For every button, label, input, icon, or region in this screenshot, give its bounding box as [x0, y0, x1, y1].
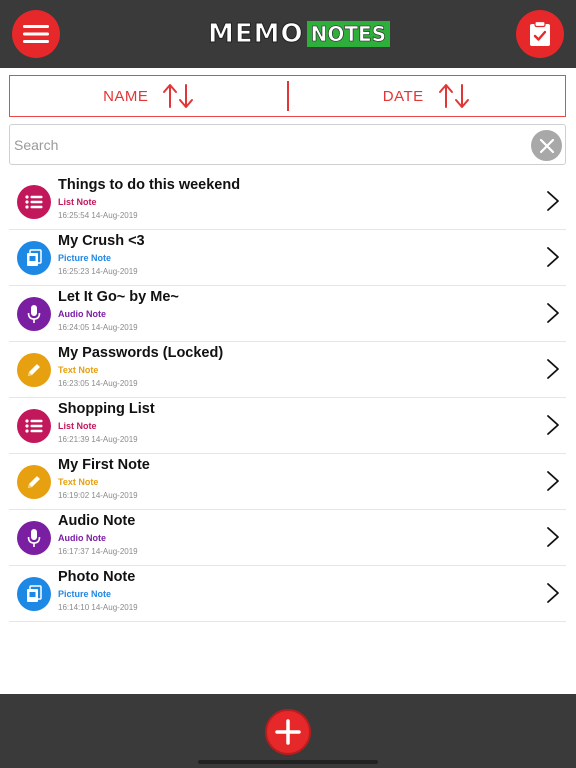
note-row[interactable]: Let It Go~ by Me~ Audio Note 16:24:05 14-A… — [9, 286, 566, 342]
logo-memo-text: MEMO — [208, 19, 304, 49]
top-bar: MEMO NOTES — [0, 0, 576, 68]
note-row[interactable]: Audio Note Audio Note 16:17:37 14-Aug-2019 — [9, 510, 566, 566]
clipboard-button[interactable] — [516, 10, 564, 58]
clear-search-button[interactable] — [531, 130, 562, 161]
note-row[interactable]: My Crush <3 Picture Note 16:25:23 14-Aug-2… — [9, 230, 566, 286]
search-bar — [9, 124, 566, 165]
chevron-right-icon — [547, 527, 559, 547]
note-title: My Passwords (Locked) — [58, 345, 224, 361]
note-row[interactable]: Photo Note Picture Note 16:14:10 14-Aug-20… — [9, 566, 566, 622]
note-row[interactable]: My First Note Text Note 16:19:02 14-Aug-20… — [9, 454, 566, 510]
picture-icon — [17, 241, 51, 275]
menu-button[interactable] — [12, 10, 60, 58]
note-timestamp: 16:17:37 14-Aug-2019 — [58, 547, 138, 556]
note-type: List Note — [58, 421, 97, 431]
note-row[interactable]: My Passwords (Locked) Text Note 16:23:05 1… — [9, 342, 566, 398]
note-timestamp: 16:14:10 14-Aug-2019 — [58, 603, 138, 612]
sort-bar: NAME DATE — [9, 75, 566, 117]
sort-date-label: DATE — [382, 87, 424, 105]
note-timestamp: 16:21:39 14-Aug-2019 — [58, 435, 138, 444]
list-icon — [17, 409, 51, 443]
note-title: Shopping List — [58, 401, 155, 417]
logo-notes-text: NOTES — [306, 21, 391, 47]
note-title: Let It Go~ by Me~ — [58, 289, 179, 305]
note-row[interactable]: Shopping List List Note 16:21:39 14-Aug-20… — [9, 398, 566, 454]
pencil-icon — [17, 353, 51, 387]
chevron-right-icon — [547, 303, 559, 323]
microphone-icon — [17, 297, 51, 331]
pencil-icon — [17, 465, 51, 499]
search-input[interactable] — [14, 125, 524, 164]
close-icon — [539, 138, 554, 153]
note-type: Picture Note — [58, 253, 112, 263]
sort-divider — [287, 81, 289, 111]
note-title: My First Note — [58, 457, 150, 473]
note-row[interactable]: Things to do this weekend List Note 16:25:… — [9, 174, 566, 230]
hamburger-menu-icon — [23, 25, 49, 43]
clipboard-check-icon — [530, 21, 550, 46]
note-title: Photo Note — [58, 569, 136, 585]
plus-icon — [275, 719, 301, 745]
notes-list: Things to do this weekend List Note 16:25:… — [9, 174, 566, 622]
chevron-right-icon — [547, 247, 559, 267]
note-type: Text Note — [58, 477, 99, 487]
sort-arrows-icon — [163, 84, 194, 108]
note-type: Audio Note — [58, 533, 106, 543]
add-note-button[interactable] — [265, 709, 311, 755]
note-title: Audio Note — [58, 513, 136, 529]
chevron-right-icon — [547, 359, 559, 379]
sort-by-name-button[interactable]: NAME — [10, 76, 288, 116]
note-type: List Note — [58, 197, 97, 207]
chevron-right-icon — [547, 583, 559, 603]
sort-by-date-button[interactable]: DATE — [288, 76, 566, 116]
sort-arrows-icon — [438, 84, 469, 108]
note-timestamp: 16:24:05 14-Aug-2019 — [58, 323, 138, 332]
list-icon — [17, 185, 51, 219]
note-timestamp: 16:19:02 14-Aug-2019 — [58, 491, 138, 500]
note-type: Picture Note — [58, 589, 112, 599]
microphone-icon — [17, 521, 51, 555]
note-title: Things to do this weekend — [58, 177, 241, 193]
note-timestamp: 16:25:54 14-Aug-2019 — [58, 211, 138, 220]
chevron-right-icon — [547, 415, 559, 435]
app-logo: MEMO NOTES — [208, 19, 391, 49]
chevron-right-icon — [547, 471, 559, 491]
chevron-right-icon — [547, 191, 559, 211]
note-type: Text Note — [58, 365, 99, 375]
note-type: Audio Note — [58, 309, 106, 319]
home-indicator — [198, 760, 378, 764]
note-timestamp: 16:25:23 14-Aug-2019 — [58, 267, 138, 276]
note-title: My Crush <3 — [58, 233, 145, 249]
picture-icon — [17, 577, 51, 611]
sort-name-label: NAME — [103, 87, 149, 105]
note-timestamp: 16:23:05 14-Aug-2019 — [58, 379, 138, 388]
